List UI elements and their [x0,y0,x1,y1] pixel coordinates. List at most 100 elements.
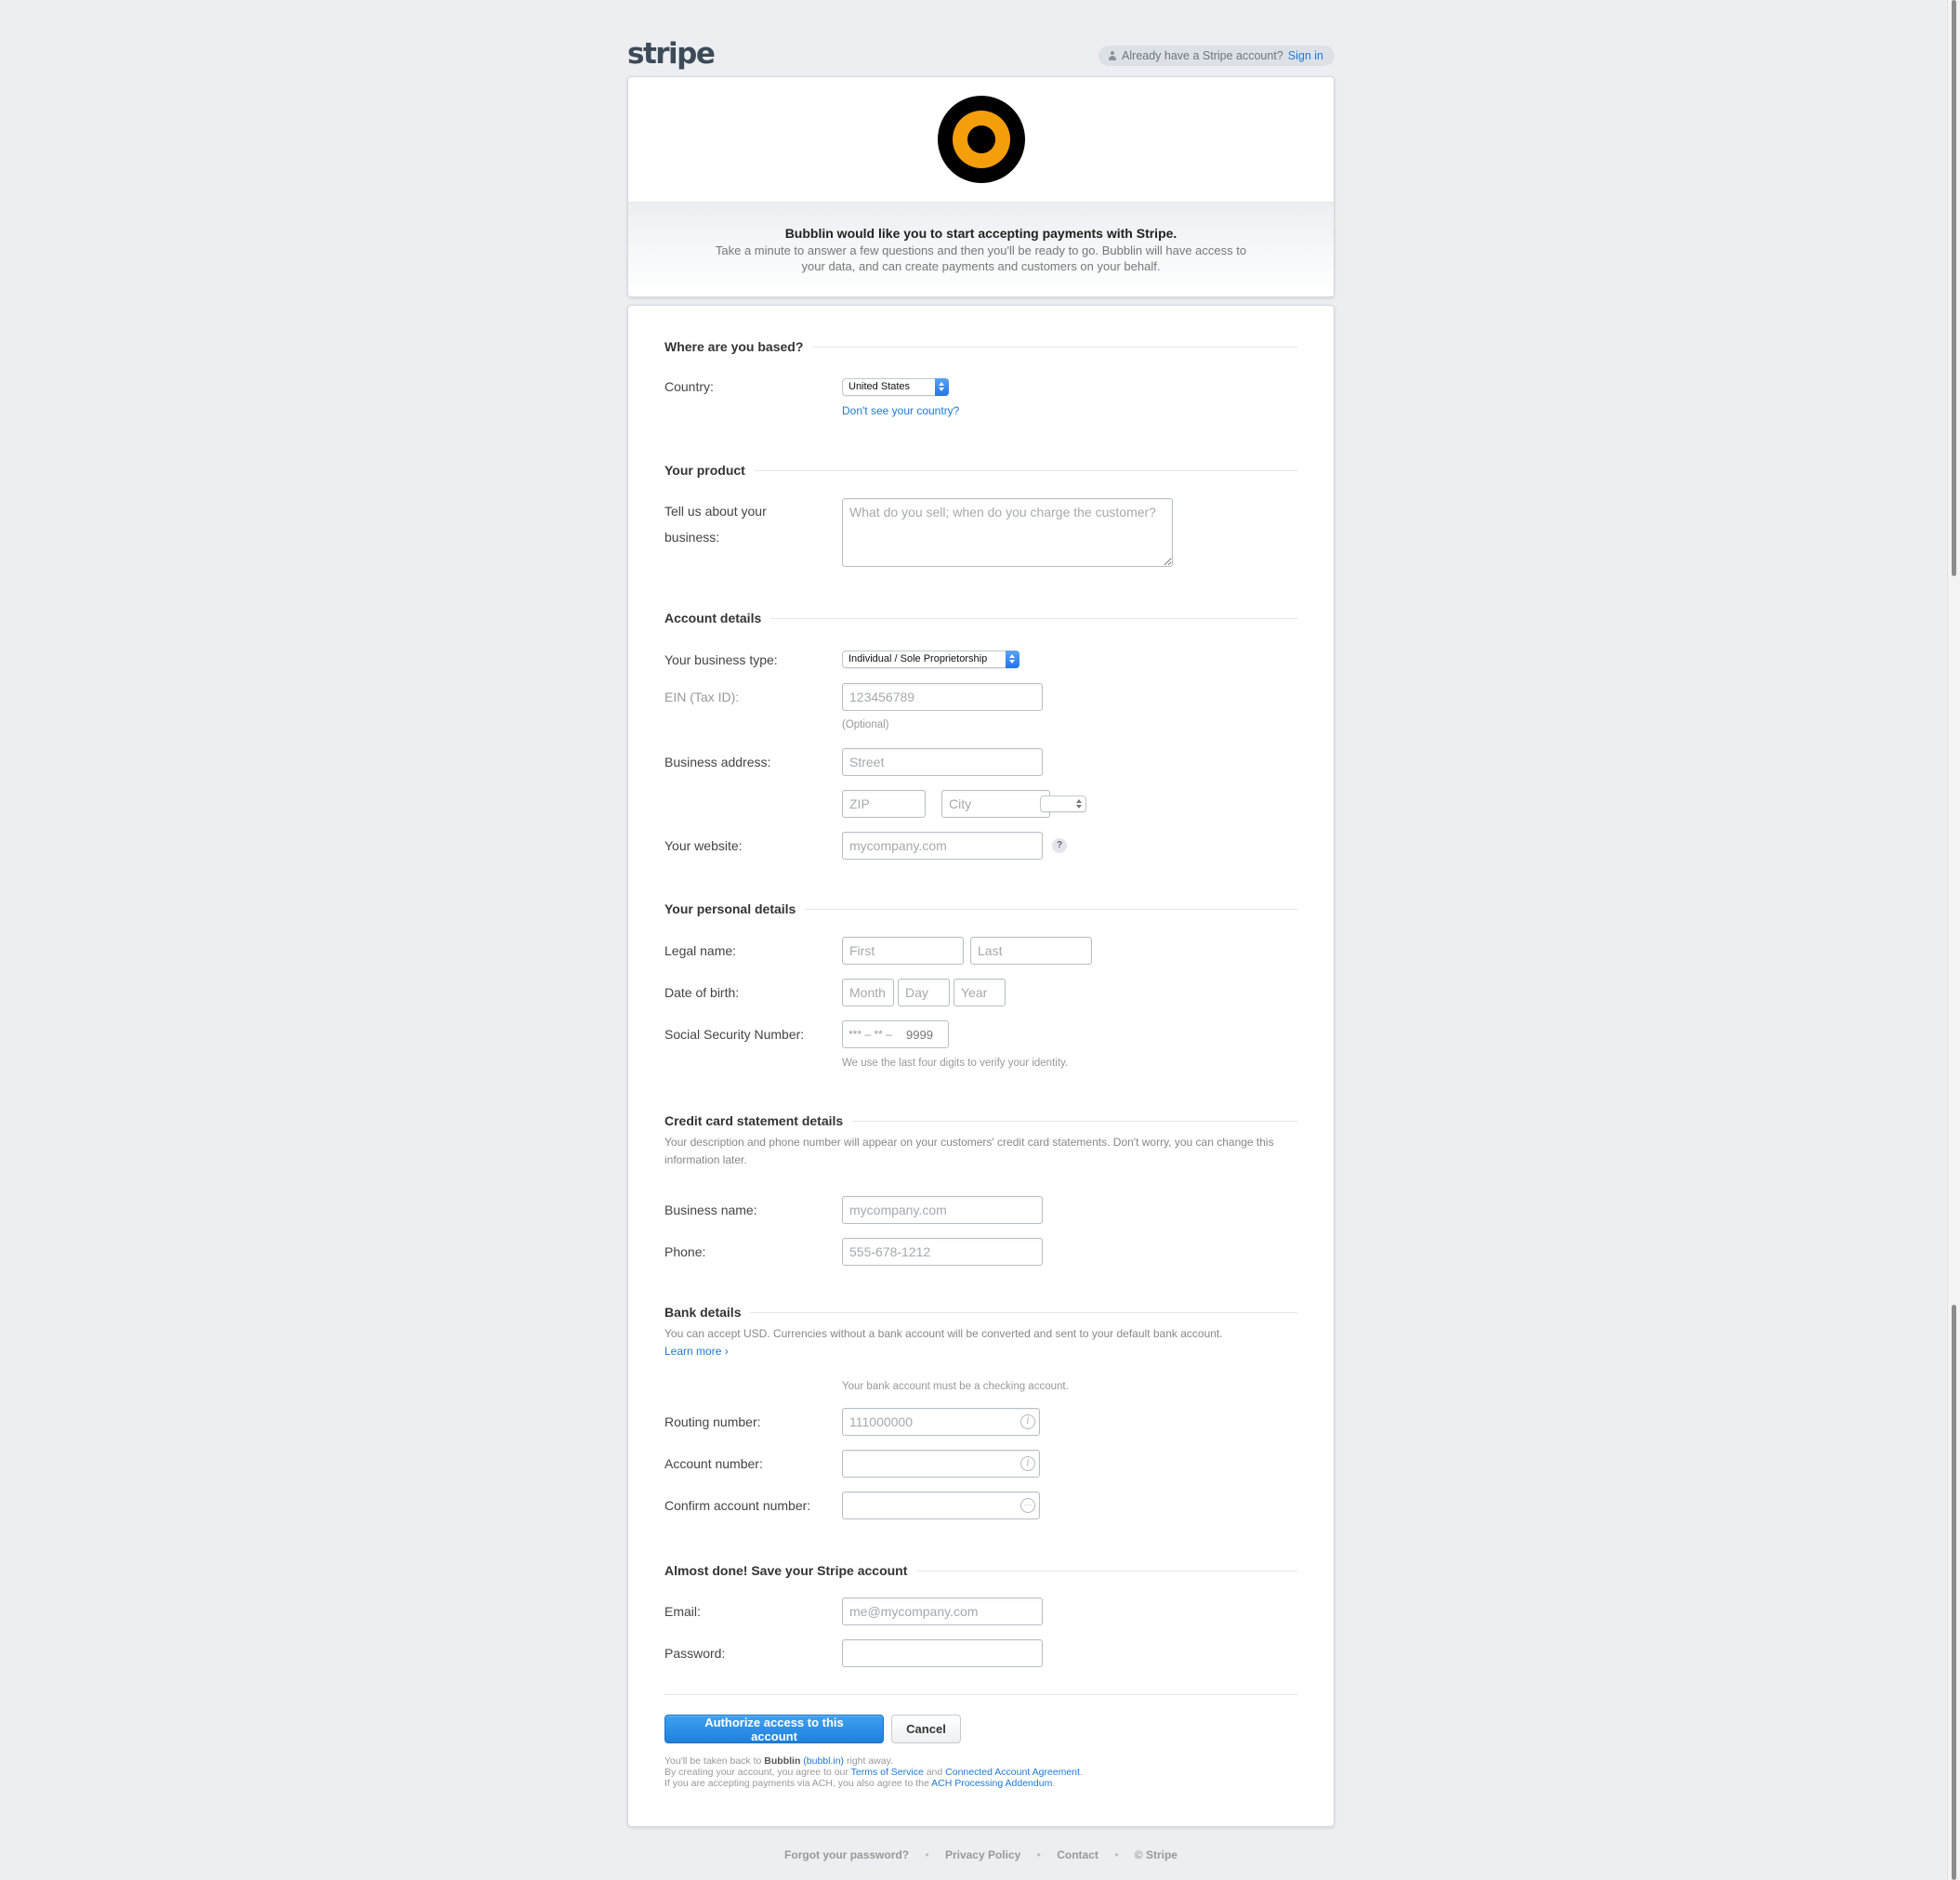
page-scrollbar[interactable] [1947,0,1960,1880]
password-input[interactable] [842,1639,1043,1667]
info-icon[interactable]: i [1020,1456,1035,1471]
section-account: Account details [664,611,1297,625]
section-title: Bank details [664,1305,1297,1320]
account-number-label: Account number: [664,1456,763,1471]
business-description-label: Tell us about your business: [664,498,767,550]
city-input[interactable] [941,790,1050,818]
ach-addendum-link[interactable]: ACH Processing Addendum [931,1778,1052,1789]
business-name-input[interactable] [842,1196,1043,1224]
business-type-select[interactable]: Individual / Sole Proprietorship [842,651,1019,668]
help-icon[interactable]: ? [1052,838,1067,853]
section-title: Account details [664,611,1297,625]
password-row: Password: [664,1639,1297,1667]
section-title: Almost done! Save your Stripe account [664,1563,1297,1578]
authorize-button[interactable]: Authorize access to this account [664,1715,884,1743]
section-location: Where are you based? [664,339,1297,354]
legal-text: You'll be taken back to Bubblin (bubbl.i… [664,1755,1083,1789]
legal-line-2: By creating your account, you agree to o… [664,1767,1083,1778]
website-label: Your website: [664,838,743,853]
legal-line-1: You'll be taken back to Bubblin (bubbl.i… [664,1755,1083,1767]
routing-row: Routing number: i [664,1408,1297,1436]
confirm-account-row: Confirm account number: ··· [664,1492,1297,1519]
footer-separator: • [1114,1848,1119,1861]
actions-divider [664,1694,1297,1695]
missing-country-link[interactable]: Don't see your country? [842,404,959,417]
website-row: Your website: ? [664,832,1297,860]
routing-label: Routing number: [664,1414,761,1429]
dob-label: Date of birth: [664,985,740,1000]
ssn-last4-input[interactable] [906,1021,945,1047]
first-name-input[interactable] [842,937,964,965]
select-arrows-icon [935,378,949,396]
country-label: Country: [664,379,714,394]
password-label: Password: [664,1646,726,1661]
scrollbar-thumb-top[interactable] [1952,0,1956,576]
confirm-account-input[interactable] [842,1492,1040,1519]
routing-input[interactable] [842,1408,1040,1436]
address-row: Business address: [664,748,1297,776]
legal-text-segment: You'll be taken back to [664,1755,762,1767]
label-line-2: business: [664,530,720,545]
last-name-input[interactable] [970,937,1092,965]
section-title: Credit card statement details [664,1113,1297,1128]
section-title: Where are you based? [664,339,1297,354]
legal-name-row: Legal name: [664,937,1297,965]
app-url-link[interactable]: (bubbl.in) [803,1755,844,1767]
confirm-account-field: ··· [842,1492,1040,1519]
ssn-mask: *** – ** – [848,1028,892,1041]
info-icon[interactable]: i [1020,1414,1035,1429]
statement-note: Your description and phone number will a… [664,1136,1274,1166]
street-input[interactable] [842,748,1043,776]
signup-form: Where are you based? Country: United Sta… [627,305,1335,1827]
ein-input[interactable] [842,683,1043,711]
account-number-field: i [842,1450,1040,1478]
forgot-password-link[interactable]: Forgot your password? [784,1848,909,1861]
country-row: Country: United States [664,373,1297,401]
copyright: © Stripe [1134,1848,1177,1861]
business-name-row: Business name: [664,1196,1297,1224]
select-arrows-icon [1006,651,1019,668]
top-bar: stripe Already have a Stripe account? Si… [627,37,1335,76]
header-title: Bubblin would like you to start acceptin… [784,226,1177,241]
contact-link[interactable]: Contact [1057,1848,1098,1861]
section-title: Your product [664,463,1297,478]
person-icon [1108,51,1117,60]
dob-year-input[interactable] [954,979,1006,1006]
country-select[interactable]: United States [842,378,949,396]
legal-text-segment: By creating your account, you agree to o… [664,1767,848,1778]
dob-day-input[interactable] [898,979,950,1006]
ellipsis-icon[interactable]: ··· [1020,1498,1035,1513]
learn-more-link[interactable]: Learn more › [664,1345,729,1358]
ein-label: EIN (Tax ID): [664,690,740,704]
section-product: Your product [664,463,1297,478]
zip-input[interactable] [842,790,926,818]
legal-name-label: Legal name: [664,943,737,958]
app-name: Bubblin [764,1755,801,1767]
signin-link[interactable]: Sign in [1288,49,1323,62]
dob-month-input[interactable] [842,979,894,1006]
routing-field: i [842,1408,1040,1436]
footer-separator: • [1036,1848,1041,1861]
ssn-label: Social Security Number: [664,1027,805,1042]
cancel-button[interactable]: Cancel [891,1715,961,1743]
scrollbar-thumb-bottom[interactable] [1952,1305,1956,1880]
business-description-input[interactable] [842,498,1173,567]
header-description: Take a minute to answer a few questions … [715,243,1247,273]
email-input[interactable] [842,1597,1043,1625]
label-line-1: Tell us about your [664,504,767,519]
connected-account-agreement-link[interactable]: Connected Account Agreement [945,1767,1080,1778]
stripe-logo[interactable]: stripe [627,37,716,71]
state-select[interactable] [1040,795,1086,812]
account-number-input[interactable] [842,1450,1040,1478]
section-bank: Bank details You can accept USD. Currenc… [664,1305,1297,1361]
legal-text-segment: right away. [846,1755,893,1767]
terms-of-service-link[interactable]: Terms of Service [851,1767,924,1778]
bank-note-text: You can accept USD. Currencies without a… [664,1327,1223,1340]
section-title: Your personal details [664,901,1297,916]
ssn-field[interactable]: *** – ** – [842,1020,949,1048]
ein-row: EIN (Tax ID): [664,683,1297,711]
privacy-policy-link[interactable]: Privacy Policy [945,1848,1020,1861]
select-arrows-icon [1072,795,1086,813]
phone-input[interactable] [842,1238,1043,1266]
website-input[interactable] [842,832,1043,860]
